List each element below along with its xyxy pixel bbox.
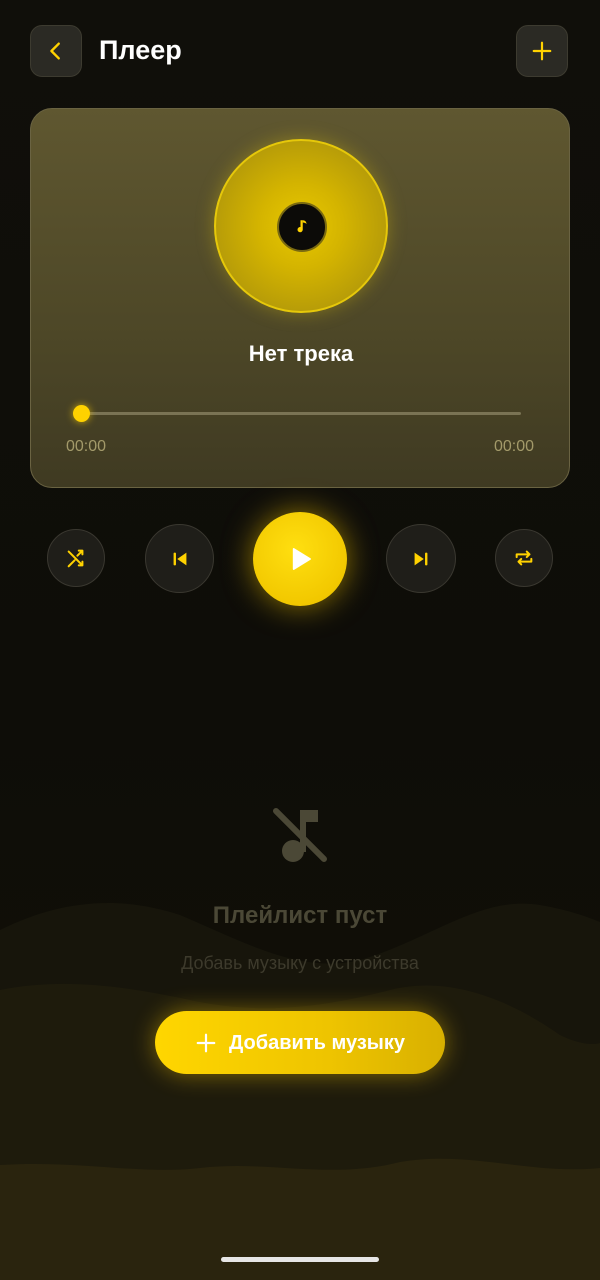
player-card: Нет трека 00:00 00:00 [30, 108, 570, 488]
music-off-icon [273, 808, 327, 862]
add-music-label: Добавить музыку [229, 1031, 405, 1054]
next-button[interactable] [386, 524, 456, 593]
previous-button[interactable] [145, 524, 214, 593]
page-title: Плеер [99, 35, 182, 65]
plus-icon [196, 1033, 216, 1052]
shuffle-icon [67, 549, 84, 568]
progress-thumb[interactable] [72, 405, 90, 422]
chevron-left-icon [50, 42, 60, 60]
shuffle-button[interactable] [47, 529, 105, 587]
skip-previous-icon [173, 552, 186, 565]
repeat-icon [515, 550, 533, 566]
repeat-button[interactable] [495, 529, 553, 587]
add-music-button[interactable]: Добавить музыку [155, 1011, 445, 1074]
music-note-icon [297, 220, 307, 233]
album-cover [214, 139, 388, 313]
play-button[interactable] [253, 512, 347, 606]
time-total: 00:00 [493, 438, 534, 455]
cover-center [277, 202, 327, 252]
plus-icon [532, 41, 552, 61]
add-button[interactable] [516, 25, 568, 77]
empty-playlist-subtitle: Добавь музыку с устройства [181, 953, 419, 973]
skip-next-icon [414, 552, 428, 565]
progress-bar[interactable] [81, 412, 521, 415]
track-title: Нет трека [248, 341, 354, 366]
time-current: 00:00 [66, 438, 107, 455]
play-icon [292, 548, 311, 570]
empty-playlist-title: Плейлист пуст [212, 902, 388, 929]
back-button[interactable] [30, 25, 82, 77]
player-screen: Плеер Нет трека 00:00 00:00 Плейлист пус… [0, 0, 600, 1280]
home-indicator[interactable] [221, 1257, 379, 1262]
